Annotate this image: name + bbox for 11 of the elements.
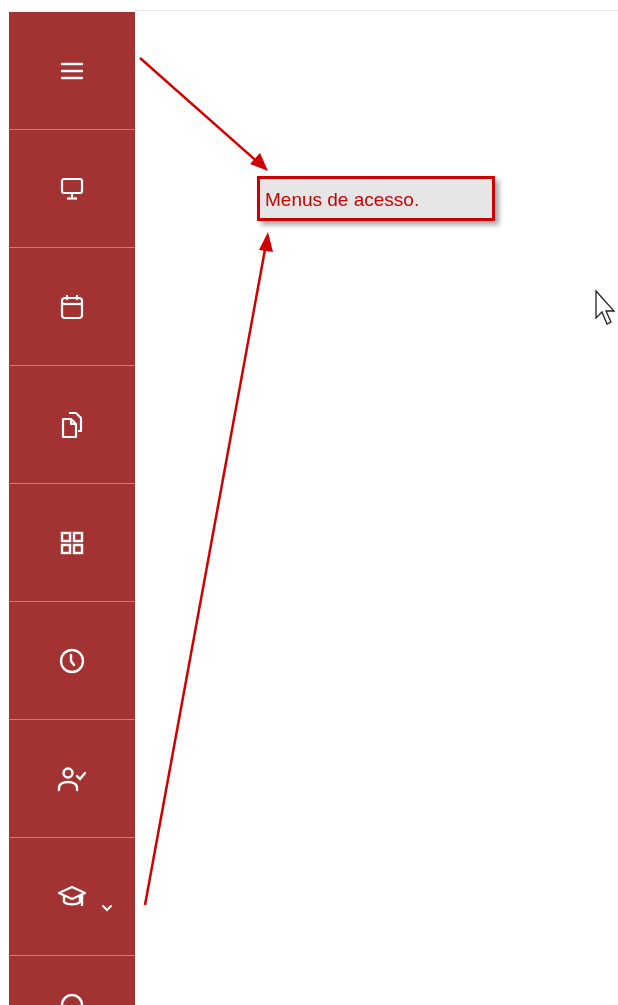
partial-icon <box>59 993 85 1005</box>
monitor-icon <box>60 176 84 201</box>
callout-label: Menus de acesso. <box>257 176 495 221</box>
menu-icon <box>60 60 84 81</box>
documents-icon <box>61 410 83 439</box>
calendar-icon <box>60 293 84 320</box>
clock-icon <box>59 647 85 674</box>
grid-icon <box>60 530 84 555</box>
mouse-cursor-icon <box>595 289 616 325</box>
user-check-icon <box>57 765 87 792</box>
chevron-down-icon <box>101 904 113 912</box>
